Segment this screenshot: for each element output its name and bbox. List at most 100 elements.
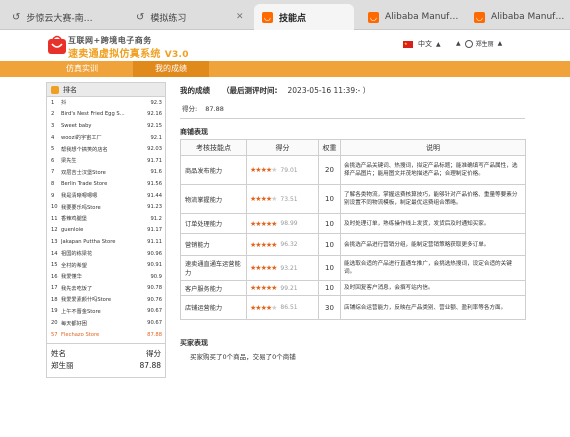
browser-tab-active[interactable]: ◡ 技能点 [254,4,354,30]
language-selector[interactable]: 中文 ▲ [403,39,441,49]
browser-tab-bar: ↺ 步惊云大赛-南… ↺ 模拟练习 ✕ ◡ 技能点 ◡ Alibaba Manu… [0,0,570,30]
skill-weight: 30 [318,295,341,320]
divider [180,118,525,119]
rank-store-name: 我先去吃饭了 [61,285,93,292]
tab-label: 步惊云大赛-南… [26,13,93,24]
ranking-panel: 排名 1 抖 92.3 2 Bird's Nest Fried Egg S... 92.1… [46,82,166,378]
rank-store-name: Bird's Nest Fried Egg S... [61,111,125,118]
nav-item-training[interactable]: 仿真实训 [46,61,118,77]
browser-tab[interactable]: ◡ Alibaba Manuf… [360,4,460,30]
table-row: 速卖通直通车运营能力 ★ ★ ★ ★ ★ 93.21 10 能选取合适的产品进行直通车推广，会挑… [180,255,526,281]
rank-number: 6 [51,157,55,164]
version-label: V3.0 [164,50,189,60]
rank-score: 92.16 [147,111,162,118]
alibaba-icon: ◡ [262,11,273,23]
shop-performance-title: 商铺表现 [180,128,208,136]
rank-number: 11 [51,215,58,222]
skill-rating: ★ ★ ★ ★ ★ 73.51 [246,184,319,214]
close-icon[interactable]: ✕ [230,12,244,22]
skill-description: 会挑选产品进行营销分组，能制定营销策略获取更多订单。 [340,233,526,256]
skill-rating: ★ ★ ★ ★ ★ 86.51 [246,295,319,320]
user-menu[interactable]: ▲ 郑生丽 ▲ [456,39,502,48]
rank-score: 90.67 [147,308,162,315]
ranking-row: 10 我要要乐吗Store 91.23 [47,201,165,213]
star-icon: ★ [271,284,277,292]
back-icon[interactable]: ↺ [12,12,20,23]
skill-name: 营销能力 [180,233,247,256]
skill-weight: 10 [318,280,341,296]
rank-score: 90.9 [150,273,162,280]
skill-name: 速卖通直通车运营能力 [180,255,247,281]
nav-item-my-score[interactable]: 我的成绩 [133,61,209,77]
ranking-row: 3 Sweet baby 92.15 [47,120,165,132]
user-name: 郑生丽 [475,41,494,48]
table-row: 客户服务能力 ★ ★ ★ ★ ★ 99.21 10 及时回复客户消息，会撰写站内信。 [180,280,526,296]
ranking-row: 6 梁先生 91.71 [47,155,165,167]
rank-score: 90.78 [147,285,162,292]
rank-store-name: 我爱懂华 [61,274,82,281]
ranking-row: 1 抖 92.3 [47,97,165,109]
skills-table: 考核技能点 得分 权重 说明 商品发布能力 ★ ★ ★ ★ ★ 79.01 20 会挑选产品关键… [180,139,526,320]
rank-number: 2 [51,111,55,118]
score-label: 得分: [182,105,198,113]
skill-description: 及时处理订单，熟练操作线上发货，发货后及时通知买家。 [340,213,526,234]
skill-score: 98.99 [280,220,298,227]
rank-number: 15 [51,262,58,269]
rank-score: 92.1 [150,134,162,141]
ranking-row: 4 woozi的宇宙工厂 92.1 [47,132,165,144]
rank-score: 92.03 [147,146,162,153]
rank-number: 5 [51,146,55,153]
star-rating: ★ ★ ★ ★ ★ 96.32 [250,241,298,249]
rank-store-name: 全村的希望 [61,262,87,269]
skill-score: 96.32 [280,241,298,248]
rank-store-name: 梁先生 [61,158,77,165]
chevron-down-icon: ▲ [497,40,503,47]
rank-number: 17 [51,285,58,292]
site-header: 互联网+跨境电子商务 速卖通虚拟仿真系统V3.0 中文 ▲ ▲ 郑生丽 ▲ [0,30,570,61]
refresh-icon[interactable]: ↺ [136,12,144,23]
browser-tab[interactable]: ↺ 模拟练习 [128,4,218,30]
ranking-row: 15 全村的希望 90.91 [47,259,165,271]
rank-number: 16 [51,273,58,280]
table-row: 商品发布能力 ★ ★ ★ ★ ★ 79.01 20 会挑选产品关键词、热搜词，拟定产品标题；能准… [180,155,526,185]
score-value: 87.88 [205,105,224,113]
ranking-row: 8 Berlin Trade Store 91.56 [47,178,165,190]
rank-store-name: 帮我想个搞笑的店名 [61,146,108,153]
table-row: 物流掌握能力 ★ ★ ★ ★ ★ 73.51 10 了解各类物流，掌握运费核算技巧，能够针对产品… [180,184,526,214]
ranking-row: 11 香辣鸡腿堡 91.2 [47,213,165,225]
logo-line2: 速卖通虚拟仿真系统 V3.0 [68,45,189,60]
skill-description: 及时回复客户消息，会撰写站内信。 [340,280,526,296]
column-header: 得分 [246,139,319,156]
skill-description: 会挑选产品关键词、热搜词，拟定产品标题；能准确填写产品属性，选择产品图片；能用图… [340,155,526,185]
rank-number: 3 [51,122,55,129]
skill-description: 店铺综合运营能力，反映在产品类别、营业额、盈利率等各方面。 [340,295,526,320]
table-row: 订单处理能力 ★ ★ ★ ★ ★ 98.99 10 及时处理订单，熟练操作线上发货，发货后及时通… [180,213,526,234]
ranking-row: 19 上午不晋金Store 90.67 [47,306,165,318]
rank-number: 18 [51,296,58,303]
skill-name: 店铺运营能力 [180,295,247,320]
rank-score: 90.67 [147,320,162,327]
rank-number: 13 [51,238,58,245]
rank-score: 90.96 [147,250,162,257]
logo-title: 速卖通虚拟仿真系统 [68,49,161,60]
rank-number: 1 [51,99,55,106]
rank-score: 92.3 [150,99,162,106]
rank-number: 19 [51,308,58,315]
rank-store-name: 我是清晰嗯嗯嗯 [61,193,98,200]
ranking-icon [51,85,59,94]
tab-close-button[interactable]: ✕ [228,4,244,30]
browser-tab[interactable]: ◡ Alibaba Manuf… [466,4,570,30]
ranking-row: 18 我爱爱素颜什吗Store 90.76 [47,294,165,306]
alibaba-icon: ◡ [474,11,485,23]
skill-description: 能选取合适的产品进行直通车推广，会挑选热搜词，设定合适的关键词。 [340,255,526,281]
rank-score: 91.17 [147,227,162,234]
rank-store-name: guenloie [61,227,84,234]
rank-store-name: Berlin Trade Store [61,180,108,187]
rank-store-name: 双层吉士汉堡Store [61,169,106,176]
rank-store-name: Flechazo Store [61,331,100,338]
skill-rating: ★ ★ ★ ★ ★ 98.99 [246,213,319,234]
ranking-title: 排名 [63,85,77,94]
rank-number: 4 [51,134,55,141]
browser-tab[interactable]: ↺ 步惊云大赛-南… [4,4,104,30]
my-rank-summary: 姓名 得分 郑生丽 87.88 [47,343,165,377]
